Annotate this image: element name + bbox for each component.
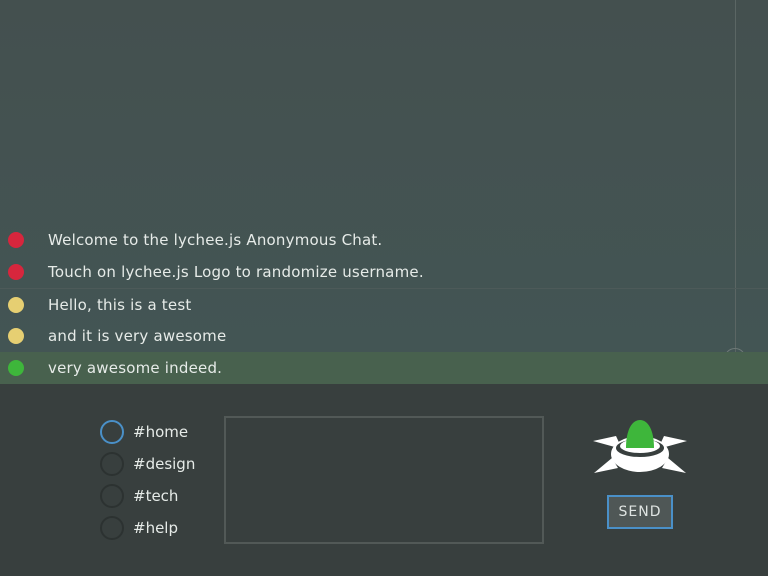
channel-label: #help — [133, 519, 178, 537]
message-row: Welcome to the lychee.js Anonymous Chat. — [0, 224, 768, 256]
message-text: Touch on lychee.js Logo to randomize use… — [48, 263, 424, 281]
message-row: Touch on lychee.js Logo to randomize use… — [0, 256, 768, 288]
message-row: and it is very awesome — [0, 320, 768, 352]
send-button-label: SEND — [618, 504, 662, 520]
user-color-dot — [8, 297, 24, 313]
message-text: very awesome indeed. — [48, 359, 223, 377]
radio-button-selected[interactable] — [100, 420, 124, 444]
user-color-dot — [8, 232, 24, 248]
message-text: Hello, this is a test — [48, 296, 192, 314]
message-input[interactable] — [224, 416, 544, 544]
radio-button[interactable] — [100, 484, 124, 508]
message-text: and it is very awesome — [48, 327, 227, 345]
message-text: Welcome to the lychee.js Anonymous Chat. — [48, 231, 383, 249]
message-row: Hello, this is a test — [0, 288, 768, 320]
radio-button[interactable] — [100, 516, 124, 540]
channel-option-design[interactable]: #design — [100, 448, 210, 480]
user-color-dot — [8, 360, 24, 376]
chat-app: Welcome to the lychee.js Anonymous Chat.… — [0, 0, 768, 576]
channel-label: #design — [133, 455, 196, 473]
message-list: Welcome to the lychee.js Anonymous Chat.… — [0, 224, 768, 384]
channel-label: #home — [133, 423, 189, 441]
channel-option-home[interactable]: #home — [100, 416, 210, 448]
user-color-dot — [8, 328, 24, 344]
send-button[interactable]: SEND — [607, 495, 673, 529]
radio-button[interactable] — [100, 452, 124, 476]
channel-label: #tech — [133, 487, 179, 505]
channel-selector: #home #design #tech #help — [100, 416, 210, 544]
lychee-logo-icon[interactable] — [592, 416, 688, 480]
user-color-dot — [8, 264, 24, 280]
channel-option-tech[interactable]: #tech — [100, 480, 210, 512]
channel-option-help[interactable]: #help — [100, 512, 210, 544]
message-row-highlighted: very awesome indeed. — [0, 352, 768, 384]
